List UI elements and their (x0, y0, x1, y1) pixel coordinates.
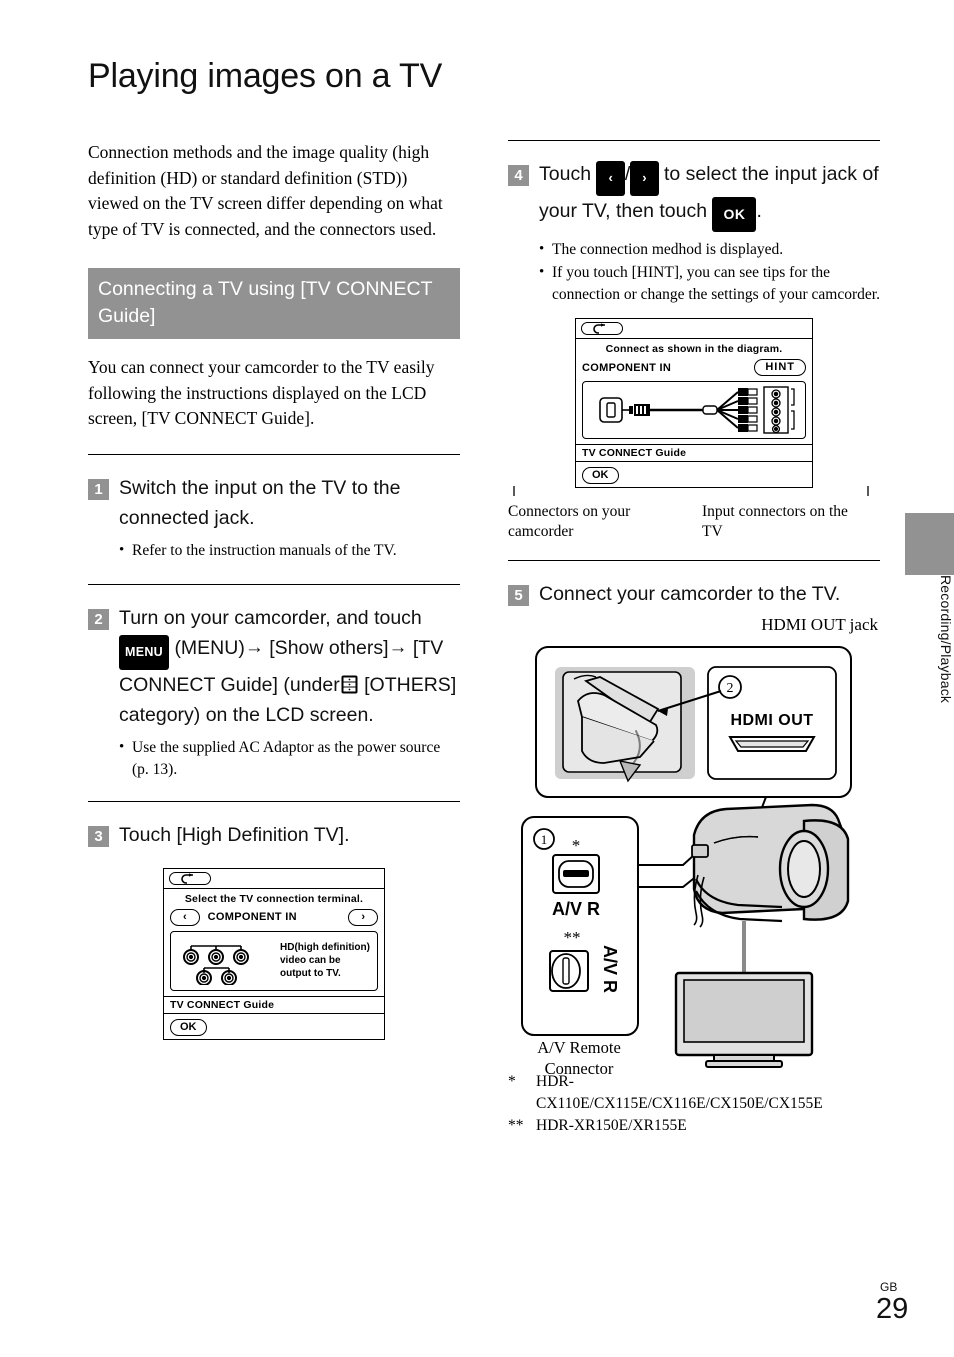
avr-remote-connector-caption: A/V Remote Connector (537, 1038, 621, 1078)
divider (88, 583, 460, 585)
step-4-number: 4 (508, 165, 529, 186)
svg-text:HDMI OUT: HDMI OUT (730, 712, 813, 729)
step-4-heading: Touch ‹ / › to select the input jack of yo… (539, 159, 880, 232)
step-2-text-part1: Turn on your camcorder, and touch (119, 606, 422, 629)
page-title: Playing images on a TV (88, 56, 443, 95)
lcd-body: Connect as shown in the diagram. COMPONE… (576, 339, 812, 444)
ok-button[interactable]: OK (170, 1018, 207, 1036)
lcd-footer-label: TV CONNECT Guide (164, 995, 384, 1013)
lcd-footer-label: TV CONNECT Guide (576, 444, 812, 461)
page-number: 29 (876, 1293, 909, 1325)
lcd-description: HD(high definition) video can be output … (280, 942, 370, 979)
divider (508, 140, 880, 141)
component-jacks-icon (178, 937, 268, 985)
footnote-2-mark: ** (508, 1117, 524, 1134)
svg-text:1: 1 (541, 832, 548, 847)
bullet: If you touch [HINT], you can see tips fo… (539, 261, 880, 306)
manual-page: Playing images on a TV Connection method… (0, 0, 954, 1357)
intro-paragraph: Connection methods and the image quality… (88, 142, 443, 239)
step-3: 3 Touch [High Definition TV]. (88, 820, 460, 850)
side-tab-label: Recording/Playback (938, 575, 954, 704)
right-arrow-button-icon: › (630, 161, 659, 196)
caption-leader-lines (508, 486, 880, 500)
terminal-label: COMPONENT IN (582, 361, 672, 374)
lcd-connection-diagram (582, 381, 806, 439)
step-2-text-part3: [Show others] (269, 636, 389, 659)
back-arrow-icon[interactable] (581, 322, 623, 335)
step-2: 2 Turn on your camcorder, and touch MENU… (88, 603, 460, 730)
camcorder-diagram-svg: .ln{fill:none;stroke:#000;stroke-width:2… (521, 646, 852, 1068)
step-2-text-part2: (MENU) (174, 636, 245, 659)
step-1-bullets: Refer to the instruction manuals of the … (88, 539, 460, 562)
step-3-heading: Touch [High Definition TV]. (119, 823, 350, 846)
lcd-terminal-row: COMPONENT IN HINT (582, 359, 806, 376)
hint-button[interactable]: HINT (754, 359, 806, 376)
footnote-2: ** HDR-XR150E/XR155E (508, 1115, 880, 1137)
camcorder-illustration: .ln{fill:none;stroke:#000;stroke-width:2… (508, 639, 880, 1078)
step-2-bullets: Use the supplied AC Adaptor as the power… (88, 736, 460, 781)
right-column: 4 Touch ‹ / › to select the input jack of … (508, 140, 880, 1137)
left-column: Connection methods and the image quality… (88, 140, 460, 1040)
prev-terminal-button[interactable]: ‹ (170, 908, 200, 926)
svg-text:A/V R: A/V R (552, 899, 600, 919)
section-paragraph: You can connect your camcorder to the TV… (88, 357, 435, 428)
lcd-terminal-illustration: HD(high definition) video can be output … (170, 930, 378, 991)
divider (508, 560, 880, 561)
step-4-text-part3: . (756, 200, 762, 222)
step-1: 1 Switch the input on the TV to the conn… (88, 473, 460, 533)
left-arrow-button-icon: ‹ (596, 161, 625, 196)
step-5: 5 Connect your camcorder to the TV. (508, 579, 880, 609)
step-5-number: 5 (508, 585, 529, 606)
svg-text:2: 2 (727, 681, 734, 696)
svg-text:A/V R: A/V R (600, 945, 620, 993)
lcd-title: Connect as shown in the diagram. (605, 343, 783, 355)
step-4: 4 Touch ‹ / › to select the input jack of … (508, 159, 880, 232)
terminal-label: COMPONENT IN (207, 911, 297, 923)
hdmi-out-jack-caption: HDMI OUT jack (761, 615, 878, 634)
caption-camcorder-connectors: Connectors on your camcorder (508, 503, 631, 540)
lcd-terminal-selector: ‹ COMPONENT IN › (170, 908, 378, 926)
lcd-figure-step3: Select the TV connection terminal. ‹ COM… (163, 867, 385, 1040)
ok-button-icon: OK (712, 197, 757, 232)
side-tab-marker (905, 513, 954, 575)
step-2-number: 2 (88, 608, 109, 630)
lcd-top-bar (576, 319, 812, 339)
bullet: The connection medhod is displayed. (539, 238, 880, 261)
ok-button[interactable]: OK (582, 467, 619, 484)
lcd-top-bar (164, 869, 384, 889)
connection-diagram-icon (588, 385, 806, 435)
lcd-body: Select the TV connection terminal. ‹ COM… (164, 889, 384, 996)
footnotes: * HDR-CX110E/CX115E/CX116E/CX150E/CX155E… (508, 1071, 880, 1137)
divider (88, 800, 460, 802)
step-1-number: 1 (88, 478, 109, 500)
menu-button-icon: MENU (119, 634, 170, 670)
step-4-text-part1: Touch (539, 163, 592, 185)
section-heading-banner: Connecting a TV using [TV CONNECT Guide] (88, 268, 460, 339)
back-arrow-icon[interactable] (169, 871, 211, 885)
bullet: Refer to the instruction manuals of the … (119, 539, 460, 562)
step-5-heading: Connect your camcorder to the TV. (539, 583, 841, 605)
divider (88, 453, 460, 455)
footnote-2-text: HDR-XR150E/XR155E (536, 1117, 687, 1134)
bullet: Use the supplied AC Adaptor as the power… (119, 736, 460, 781)
next-terminal-button[interactable]: › (348, 908, 378, 926)
step-3-number: 3 (88, 825, 109, 847)
arrow-right-icon: → (388, 636, 408, 658)
step-2-heading: Turn on your camcorder, and touch MENU (… (119, 603, 460, 730)
arrow-right-icon: → (244, 636, 264, 658)
lcd-ok-row: OK (164, 1012, 384, 1039)
figure-captions: Connectors on your camcorder Input conne… (508, 502, 880, 542)
lcd-title: Select the TV connection terminal. (184, 892, 364, 905)
step-1-heading: Switch the input on the TV to the connec… (119, 476, 401, 529)
others-category-icon (341, 675, 358, 694)
svg-text:**: ** (564, 928, 581, 947)
svg-text:*: * (572, 836, 581, 855)
caption-tv-connectors: Input connectors on the TV (702, 503, 848, 540)
lcd-ok-row: OK (576, 461, 812, 487)
step-4-bullets: The connection medhod is displayed. If y… (508, 238, 880, 306)
page-region-label: GB (880, 1280, 898, 1294)
lcd-figure-step4: Connect as shown in the diagram. COMPONE… (575, 318, 813, 488)
